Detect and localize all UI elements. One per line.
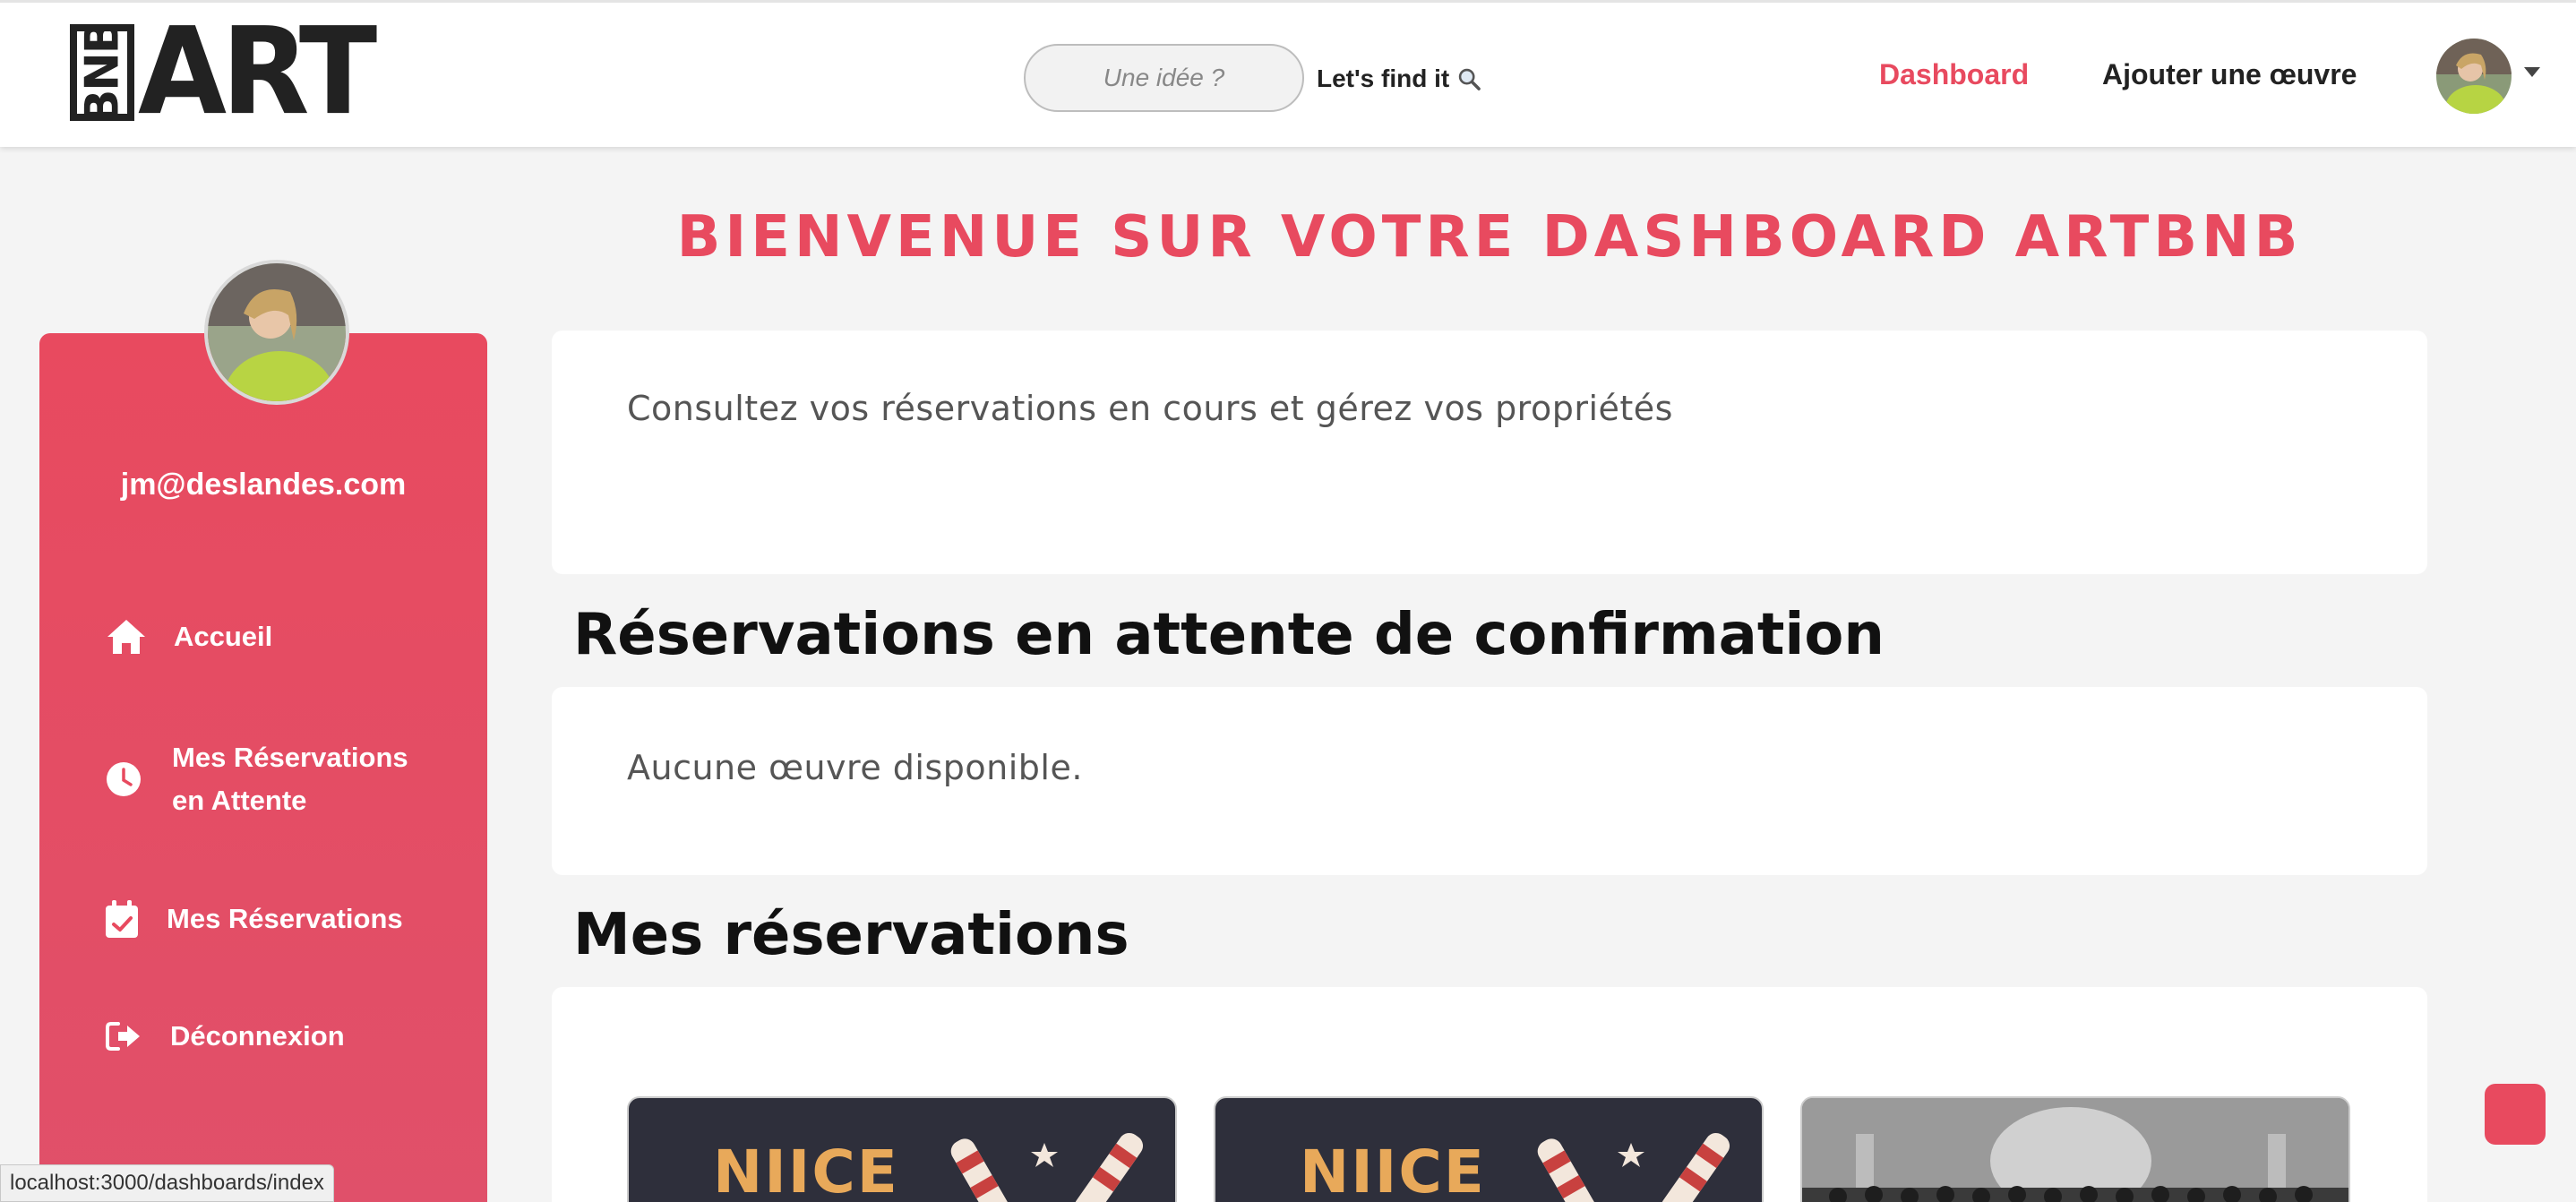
sidebar-item-label: Mes Réservations <box>167 903 403 934</box>
sidebar-avatar-photo <box>208 263 346 401</box>
nav-link-dashboard[interactable]: Dashboard <box>1879 58 2029 91</box>
search-input[interactable] <box>1024 44 1304 112</box>
sidebar-avatar <box>204 260 349 405</box>
logout-icon <box>106 1022 140 1051</box>
search-button-label: Let's find it <box>1317 64 1450 92</box>
sidebar-item-label-line1: Mes Réservations <box>172 742 408 773</box>
sidebar-item-label: Déconnexion <box>170 1020 345 1052</box>
logo-badge: BNB <box>70 24 134 121</box>
sidebar-item-home[interactable]: Accueil <box>106 615 272 658</box>
artwork-illustration <box>950 1132 1144 1202</box>
logo-word: ART <box>138 2 377 142</box>
sidebar-user-email: jm@deslandes.com <box>120 468 407 502</box>
intro-text: Consultez vos réservations en cours et g… <box>627 389 1673 428</box>
sidebar-item-my-reservations[interactable]: Mes Réservations <box>106 897 403 940</box>
pending-reservations-title: Réservations en attente de confirmation <box>573 602 1885 668</box>
artwork-card[interactable]: NIICE <box>627 1096 1177 1202</box>
chevron-down-icon[interactable] <box>2524 67 2540 77</box>
intro-card: Consultez vos réservations en cours et g… <box>552 331 2427 574</box>
logo-small-text: BNB <box>75 24 130 121</box>
avatar-photo <box>2436 39 2512 114</box>
top-navbar: BNB ART Let's find it Dashboard Ajouter … <box>0 0 2576 147</box>
browser-status-url: localhost:3000/dashboards/index <box>0 1164 334 1202</box>
chat-button[interactable] <box>2485 1084 2546 1145</box>
sidebar-item-label: Accueil <box>174 621 273 652</box>
sidebar-item-logout[interactable]: Déconnexion <box>106 1015 345 1058</box>
user-avatar[interactable] <box>2436 39 2512 114</box>
empty-state-text: Aucune œuvre disponible. <box>627 748 1083 787</box>
page-title: BIENVENUE SUR VOTRE DASHBOARD ARTBNB <box>676 204 2303 270</box>
calendar-check-icon <box>106 900 138 938</box>
sidebar-item-label-line2: en Attente <box>172 785 307 816</box>
clock-icon <box>107 762 141 796</box>
artwork-title: NIICE <box>1300 1138 1486 1202</box>
nav-link-add-artwork[interactable]: Ajouter une œuvre <box>2102 58 2357 91</box>
magnifier-icon <box>1459 68 1481 90</box>
home-icon <box>107 620 145 654</box>
my-reservations-title: Mes réservations <box>573 902 1129 968</box>
pending-reservations-card: Aucune œuvre disponible. <box>552 687 2427 875</box>
artbnb-logo[interactable]: BNB ART <box>70 2 377 142</box>
artwork-card[interactable] <box>1800 1096 2350 1202</box>
artwork-photo <box>1802 1098 2348 1202</box>
artwork-illustration <box>1537 1132 1730 1202</box>
artwork-title: NIICE <box>713 1138 899 1202</box>
search-button[interactable]: Let's find it <box>1317 56 1481 101</box>
sidebar-item-pending-reservations[interactable]: Mes Réservations en Attente <box>106 736 408 822</box>
artwork-card[interactable]: NIICE <box>1214 1096 1764 1202</box>
